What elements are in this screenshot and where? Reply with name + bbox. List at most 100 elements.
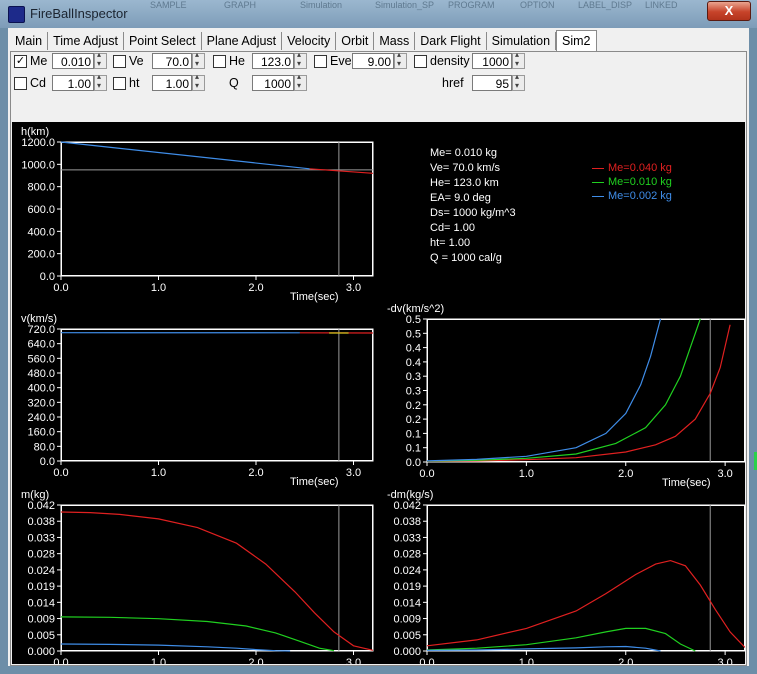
chart-2-ytick-label-2: 0.1 (406, 428, 421, 440)
ve-input[interactable]: 70.0 (152, 53, 192, 69)
chart-1-ytick-label-4: 320.0 (27, 397, 55, 409)
ht-checkbox[interactable] (113, 77, 126, 90)
eve-spinner[interactable] (394, 50, 407, 69)
tab-plane-adjust[interactable]: Plane Adjust (202, 32, 283, 50)
chart-4-ytick-label-5: 0.024 (393, 565, 421, 577)
plot-area: h(km) Time(sec) 0.0 200.0 400.0 600.0 800.0 100… (12, 122, 746, 674)
me-spinner[interactable] (94, 50, 107, 69)
chart-0-ytick-label-6: 1200.0 (21, 137, 55, 149)
params-list: Me= 0.010 kg Ve= 70.0 km/s He= 123.0 km … (430, 146, 516, 266)
chart-1-plot-bg (62, 330, 372, 460)
legend-label-0: Me=0.040 kg (608, 162, 672, 174)
ghost-menu-4: PROGRAM (448, 0, 495, 10)
chart-3-ytick-label-4: 0.019 (27, 581, 55, 593)
ve-spinner[interactable] (192, 50, 205, 69)
tab-main[interactable]: Main (10, 32, 49, 50)
he-spinner[interactable] (294, 50, 307, 69)
q-label: Q (229, 76, 239, 90)
ht-spinner[interactable] (192, 72, 205, 91)
q-spinner[interactable] (294, 72, 307, 91)
he-checkbox[interactable] (213, 55, 226, 68)
chart-2-ytick-label-6: 0.3 (406, 371, 421, 383)
ghost-menu-3: Simulation_SP (375, 0, 435, 10)
chart-3-ytick-label-9: 0.042 (27, 500, 55, 512)
legend-label-2: Me=0.002 kg (608, 190, 672, 202)
title-bar: FireBallInspector SAMPLE GRAPH Simulatio… (0, 0, 757, 28)
chart-4-ytick-label-3: 0.014 (393, 597, 421, 609)
href-label: href (442, 76, 464, 90)
density-input[interactable]: 1000 (472, 53, 512, 69)
ghost-menu-5: OPTION (520, 0, 555, 10)
chart-2-xtick-label-3: 3.0 (717, 468, 732, 480)
chart-1-ytick-label-3: 240.0 (27, 412, 55, 424)
ghost-menu-6: LABEL_DISP (578, 0, 633, 10)
tab-sim2[interactable]: Sim2 (556, 30, 597, 52)
tab-simulation[interactable]: Simulation (487, 32, 557, 50)
me-checkbox[interactable]: ✓ (14, 55, 27, 68)
href-input[interactable]: 95 (472, 75, 512, 91)
chart-2-ytick-label-9: 0.5 (406, 328, 421, 340)
chart-0-xtick-label-3: 3.0 (346, 282, 361, 294)
chart-0-xtick-label-2: 2.0 (248, 282, 263, 294)
chart-3-ytick-label-5: 0.024 (27, 565, 55, 577)
chart-4-ytick-label-1: 0.005 (393, 630, 421, 642)
chart-2-plot-bg (428, 320, 744, 461)
chart-4-ytick-label-7: 0.033 (393, 532, 421, 544)
cd-input[interactable]: 1.00 (52, 75, 94, 91)
chart-2-ytick-label-10: 0.5 (406, 314, 421, 326)
chart-3-ytick-label-8: 0.038 (27, 516, 55, 528)
chart-0-ytick-label-4: 800.0 (27, 182, 55, 194)
ghost-menu-7: LINKED (645, 0, 678, 10)
chart-3-ytick-label-0: 0.000 (27, 646, 55, 658)
chart-3-ytick-label-2: 0.009 (27, 614, 55, 626)
chart-4-ytick-label-2: 0.009 (393, 614, 421, 626)
chart-0-plot-bg (62, 143, 372, 275)
chart-0-ytick-label-1: 200.0 (27, 249, 55, 261)
he-input[interactable]: 123.0 (252, 53, 294, 69)
chart-0-ytick-label-5: 1000.0 (21, 159, 55, 171)
density-spinner[interactable] (512, 50, 525, 69)
close-button[interactable]: X (707, 1, 751, 21)
cd-spinner[interactable] (94, 72, 107, 91)
ve-label: Ve (129, 54, 144, 68)
chart-1-xtick-label-0: 0.0 (53, 467, 68, 479)
eve-input[interactable]: 9.00 (352, 53, 394, 69)
density-label: density (430, 54, 470, 68)
chart-4-xtick-label-1: 1.0 (519, 657, 534, 664)
chart-4-ytick-label-9: 0.042 (393, 500, 421, 512)
chart-2-ytick-label-3: 0.2 (406, 414, 421, 426)
param-ea: EA= 9.0 deg (430, 192, 491, 204)
tab-bar: Main Time Adjust Point Select Plane Adju… (10, 30, 597, 52)
param-cd: Cd= 1.00 (430, 222, 475, 234)
density-checkbox[interactable] (414, 55, 427, 68)
cd-checkbox[interactable] (14, 77, 27, 90)
q-input[interactable]: 1000 (252, 75, 294, 91)
chart-0-xlabel: Time(sec) (290, 291, 338, 303)
tab-orbit[interactable]: Orbit (336, 32, 375, 50)
chart-3-xtick-label-1: 1.0 (151, 657, 166, 664)
close-icon: X (724, 3, 734, 18)
tab-time-adjust[interactable]: Time Adjust (48, 32, 124, 50)
tab-mass[interactable]: Mass (374, 32, 416, 50)
chart-4-plot-bg (428, 506, 744, 650)
window-title: FireBallInspector (30, 6, 128, 21)
chart-1-xtick-label-3: 3.0 (346, 467, 361, 479)
eve-checkbox[interactable] (314, 55, 327, 68)
chart-2-xtick-label-2: 2.0 (618, 468, 633, 480)
chart-1-ytick-label-1: 80.0 (34, 441, 55, 453)
href-spinner[interactable] (512, 72, 525, 91)
chart-1-ytick-label-5: 400.0 (27, 383, 55, 395)
tab-point-select[interactable]: Point Select (124, 32, 202, 50)
chart-3-xtick-label-0: 0.0 (53, 657, 68, 664)
chart-1-ytick-label-2: 160.0 (27, 427, 55, 439)
tab-velocity[interactable]: Velocity (282, 32, 337, 50)
chart-0-ytick-label-2: 400.0 (27, 226, 55, 238)
param-me: Me= 0.010 kg (430, 147, 497, 159)
ve-checkbox[interactable] (113, 55, 126, 68)
chart-4-ytick-label-4: 0.019 (393, 581, 421, 593)
tab-dark-flight[interactable]: Dark Flight (415, 32, 487, 50)
chart-0-xtick-label-1: 1.0 (151, 282, 166, 294)
me-input[interactable]: 0.010 (52, 53, 94, 69)
chart-2-xtick-label-1: 1.0 (519, 468, 534, 480)
ht-input[interactable]: 1.00 (152, 75, 192, 91)
